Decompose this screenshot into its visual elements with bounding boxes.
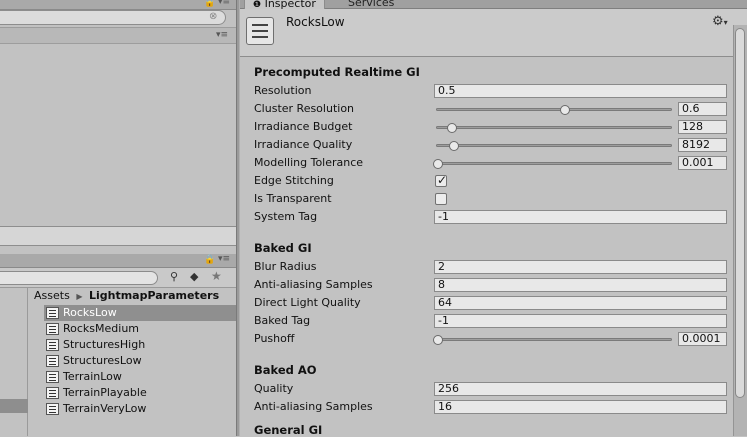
- pushoff-field[interactable]: 0.0001: [678, 332, 727, 346]
- cluster-resolution-field[interactable]: 0.6: [678, 102, 727, 116]
- lightmap-parameters-icon: [46, 387, 59, 399]
- is-transparent-label: Is Transparent: [254, 192, 332, 205]
- tab-services[interactable]: Services: [340, 0, 402, 9]
- modelling-tolerance-label: Modelling Tolerance: [254, 156, 364, 169]
- favorite-star-icon[interactable]: ★: [211, 269, 222, 283]
- asset-item[interactable]: RocksMedium: [44, 321, 236, 337]
- panel-menu-icon[interactable]: ▾≡: [218, 0, 230, 7]
- anti-aliasing-samples-field[interactable]: 8: [434, 278, 727, 292]
- asset-item[interactable]: StructuresLow: [44, 353, 236, 369]
- asset-label: StructuresLow: [63, 354, 142, 367]
- label-filter-icon[interactable]: ◆: [190, 270, 198, 283]
- hierarchy-search-field[interactable]: ⊗: [0, 10, 226, 25]
- clear-search-icon[interactable]: ⊗: [209, 11, 217, 22]
- asset-label: RocksLow: [63, 306, 117, 319]
- inspector-scrollbar-thumb[interactable]: [735, 28, 745, 398]
- pushoff-slider[interactable]: [436, 338, 672, 341]
- cluster-resolution-slider-thumb[interactable]: [559, 105, 570, 115]
- asset-label: RocksMedium: [63, 322, 140, 335]
- blur-radius-label: Blur Radius: [254, 260, 317, 273]
- baked-tag-field[interactable]: -1: [434, 314, 727, 328]
- ao-anti-aliasing-samples-field[interactable]: 16: [434, 400, 727, 414]
- ao-anti-aliasing-samples-label: Anti-aliasing Samples: [254, 400, 373, 413]
- gear-icon[interactable]: ⚙▾: [712, 14, 728, 29]
- asset-label: TerrainVeryLow: [63, 402, 147, 415]
- breadcrumb: Assets ▶ LightmapParameters: [34, 289, 219, 303]
- asset-label: StructuresHigh: [63, 338, 146, 351]
- pushoff-label: Pushoff: [254, 332, 295, 345]
- cluster-resolution-slider[interactable]: [436, 108, 672, 111]
- asset-item[interactable]: StructuresHigh: [44, 337, 236, 353]
- direct-light-quality-field[interactable]: 64: [434, 296, 727, 310]
- modelling-tolerance-slider[interactable]: [436, 162, 672, 165]
- anti-aliasing-samples-label: Anti-aliasing Samples: [254, 278, 373, 291]
- section-title-baked-ao: Baked AO: [254, 363, 317, 377]
- hierarchy-toolbar-row: ▾≡: [0, 27, 236, 44]
- system-tag-field[interactable]: -1: [434, 210, 727, 224]
- lock-icon[interactable]: 🔒: [204, 0, 215, 8]
- asset-item[interactable]: TerrainLow: [44, 369, 236, 385]
- breadcrumb-current-folder[interactable]: LightmapParameters: [89, 289, 219, 302]
- lock-icon[interactable]: 🔒: [204, 255, 215, 265]
- irradiance-quality-field[interactable]: 8192: [678, 138, 727, 152]
- hierarchy-panel-header: 🔒 ▾≡: [0, 0, 236, 10]
- asset-item[interactable]: RocksLow: [44, 305, 236, 321]
- asset-label: TerrainPlayable: [63, 386, 147, 399]
- project-search-field[interactable]: [0, 271, 158, 285]
- hierarchy-footer-bar: [0, 226, 236, 246]
- modelling-tolerance-slider-thumb[interactable]: [433, 159, 443, 169]
- ao-quality-field[interactable]: 256: [434, 382, 727, 396]
- folder-tree-selected-row[interactable]: [0, 399, 28, 413]
- irradiance-budget-slider-thumb[interactable]: [446, 123, 457, 133]
- blur-radius-field[interactable]: 2: [434, 260, 727, 274]
- lightmap-parameters-icon: [46, 371, 59, 383]
- row-menu-icon[interactable]: ▾≡: [216, 30, 228, 40]
- section-title-general-gi: General GI: [254, 423, 323, 437]
- irradiance-budget-slider[interactable]: [436, 126, 672, 129]
- lightmap-parameters-icon: [46, 323, 59, 335]
- asset-item[interactable]: TerrainPlayable: [44, 385, 236, 401]
- section-title-realtime: Precomputed Realtime GI: [254, 65, 420, 79]
- irradiance-budget-label: Irradiance Budget: [254, 120, 353, 133]
- object-name: RocksLow: [286, 15, 345, 29]
- project-panel-header: 🔒 ▾≡: [0, 254, 236, 268]
- irradiance-quality-label: Irradiance Quality: [254, 138, 353, 151]
- irradiance-quality-slider[interactable]: [436, 144, 672, 147]
- cluster-resolution-label: Cluster Resolution: [254, 102, 355, 115]
- system-tag-label: System Tag: [254, 210, 318, 223]
- panel-menu-icon[interactable]: ▾≡: [218, 254, 230, 264]
- lightmap-parameters-icon: [246, 17, 274, 45]
- is-transparent-checkbox[interactable]: [435, 193, 447, 205]
- breadcrumb-separator-icon: ▶: [76, 292, 83, 301]
- lightmap-parameters-icon: [46, 339, 59, 351]
- irradiance-budget-field[interactable]: 128: [678, 120, 727, 134]
- ao-quality-label: Quality: [254, 382, 294, 395]
- pushoff-slider-thumb[interactable]: [433, 335, 443, 345]
- baked-tag-label: Baked Tag: [254, 314, 311, 327]
- direct-light-quality-label: Direct Light Quality: [254, 296, 361, 309]
- asset-item[interactable]: TerrainVeryLow: [44, 401, 236, 417]
- search-by-type-icon[interactable]: ⚲: [170, 270, 178, 283]
- breadcrumb-assets[interactable]: Assets: [34, 289, 70, 302]
- lightmap-parameters-icon: [46, 355, 59, 367]
- project-folder-tree: [0, 288, 28, 436]
- resolution-label: Resolution: [254, 84, 312, 97]
- asset-label: TerrainLow: [63, 370, 122, 383]
- modelling-tolerance-field[interactable]: 0.001: [678, 156, 727, 170]
- tab-inspector[interactable]: ❶ Inspector: [244, 0, 325, 10]
- edge-stitching-label: Edge Stitching: [254, 174, 334, 187]
- resolution-field[interactable]: 0.5: [434, 84, 727, 98]
- section-title-baked-gi: Baked GI: [254, 241, 312, 255]
- lightmap-parameters-icon: [46, 403, 59, 415]
- checkmark-icon: ✓: [437, 173, 448, 187]
- lightmap-parameters-icon: [46, 307, 59, 319]
- tab-services-label: Services: [348, 0, 395, 9]
- edge-stitching-checkbox[interactable]: ✓: [435, 173, 448, 187]
